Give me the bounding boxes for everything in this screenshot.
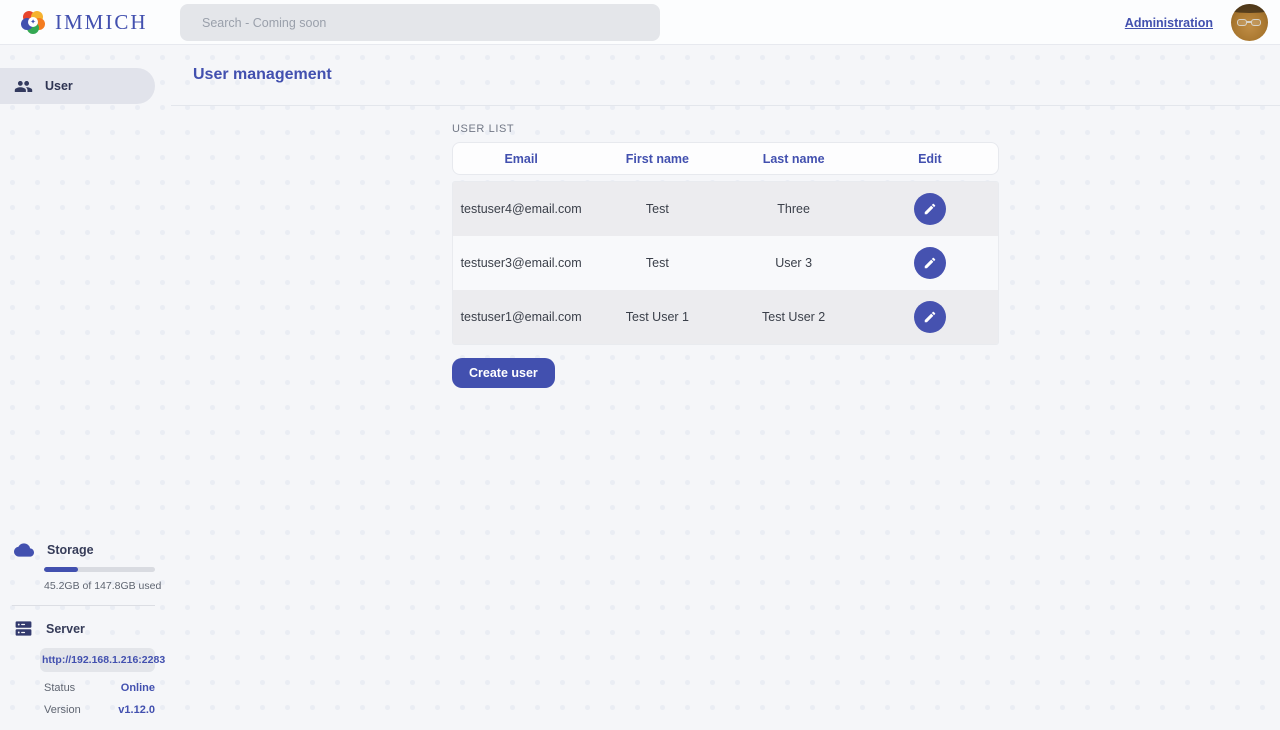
server-info-value: v1.12.0 — [118, 704, 155, 716]
server-widget-header: Server — [0, 619, 171, 638]
sidebar-item-label: User — [45, 79, 73, 93]
sidebar-status-panel: Storage 45.2GB of 147.8GB used — [0, 540, 171, 730]
table-body: testuser4@email.com Test Three testuser3… — [452, 181, 999, 345]
edit-user-button[interactable] — [914, 247, 946, 279]
user-table: EmailFirst nameLast nameEdit testuser4@e… — [452, 142, 999, 345]
storage-widget-header: Storage — [0, 540, 171, 560]
pencil-icon — [923, 310, 937, 324]
server-info-row: Status Online — [44, 682, 155, 694]
cell-first-name: Test — [589, 202, 725, 216]
table-row: testuser3@email.com Test User 3 — [453, 236, 998, 290]
group-icon — [14, 77, 33, 96]
main-panel: User management USER LIST EmailFirst nam… — [171, 45, 1280, 730]
storage-progress-fill — [44, 567, 78, 572]
sidebar-divider — [12, 605, 155, 606]
search-input[interactable] — [180, 4, 660, 41]
edit-user-button[interactable] — [914, 301, 946, 333]
cell-last-name: Test User 2 — [726, 310, 862, 324]
user-avatar[interactable] — [1231, 4, 1268, 41]
cloud-icon — [14, 540, 34, 560]
table-row: testuser1@email.com Test User 1 Test Use… — [453, 290, 998, 344]
server-title: Server — [46, 622, 85, 636]
column-header: Edit — [862, 152, 998, 166]
server-info-row: Version v1.12.0 — [44, 704, 155, 716]
edit-user-button[interactable] — [914, 193, 946, 225]
column-header: First name — [589, 152, 725, 166]
cell-first-name: Test User 1 — [589, 310, 725, 324]
column-header: Email — [453, 152, 589, 166]
page-background: User Storage 45.2GB of 147.8GB used — [0, 45, 1280, 730]
page-title: User management — [193, 66, 332, 84]
app-title: IMMICH — [55, 10, 148, 35]
app-logo[interactable]: ✦ IMMICH — [0, 9, 180, 35]
storage-title: Storage — [47, 543, 94, 557]
server-info-label: Status — [44, 682, 75, 694]
table-header-row: EmailFirst nameLast nameEdit — [452, 142, 999, 175]
cell-email: testuser1@email.com — [453, 310, 589, 324]
cell-email: testuser3@email.com — [453, 256, 589, 270]
immich-flower-icon: ✦ — [20, 9, 46, 35]
table-row: testuser4@email.com Test Three — [453, 182, 998, 236]
storage-usage-text: 45.2GB of 147.8GB used — [44, 580, 171, 592]
pencil-icon — [923, 202, 937, 216]
admin-sidebar: User Storage 45.2GB of 147.8GB used — [0, 45, 171, 730]
cell-last-name: Three — [726, 202, 862, 216]
cell-email: testuser4@email.com — [453, 202, 589, 216]
sidebar-item-user[interactable]: User — [0, 68, 155, 104]
server-url: http://192.168.1.216:2283 — [40, 648, 155, 672]
create-user-button[interactable]: Create user — [452, 358, 555, 388]
storage-progress-bar — [44, 567, 155, 572]
column-header: Last name — [726, 152, 862, 166]
server-info-list: Status Online Version v1.12.0 — [0, 682, 171, 716]
administration-link[interactable]: Administration — [1125, 16, 1213, 30]
server-icon — [14, 619, 33, 638]
user-list-label: USER LIST — [452, 123, 1280, 135]
pencil-icon — [923, 256, 937, 270]
page-header: User management — [171, 45, 1280, 106]
server-info-value: Online — [121, 682, 155, 694]
server-info-label: Version — [44, 704, 81, 716]
top-bar: ✦ IMMICH Administration — [0, 0, 1280, 45]
cell-last-name: User 3 — [726, 256, 862, 270]
cell-first-name: Test — [589, 256, 725, 270]
